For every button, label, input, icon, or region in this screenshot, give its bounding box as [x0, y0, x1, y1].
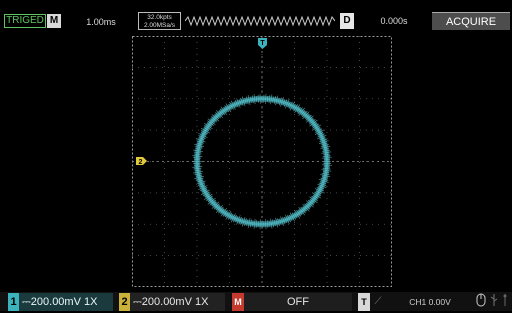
- ch2-probe: 1X: [195, 296, 208, 308]
- ch1-badge[interactable]: 1: [8, 293, 19, 311]
- ch1-settings[interactable]: ⎓200.00mV 1X: [19, 293, 113, 311]
- math-status[interactable]: OFF: [244, 293, 352, 311]
- trigger-status-badge: TRIGED: [4, 14, 46, 28]
- top-status-bar: TRIGED M 1.00ms 32.0kpts 2.00MSa/s D 0.0…: [0, 0, 512, 32]
- mouse-icon: [474, 293, 488, 311]
- waveform-overview-icon: [185, 13, 335, 29]
- delay-badge[interactable]: D: [340, 13, 354, 29]
- trigger-source-level[interactable]: CH1 0.00V: [392, 293, 468, 311]
- delay-readout: 0.000s: [360, 14, 428, 28]
- dc-coupling-icon: ⎓: [133, 296, 142, 308]
- ch1-scale: 200.00mV: [31, 296, 81, 308]
- graticule: T 2: [132, 36, 392, 287]
- trigger-badge[interactable]: T: [358, 293, 370, 311]
- ch2-badge[interactable]: 2: [119, 293, 130, 311]
- rising-edge-icon: ⟋: [372, 293, 384, 311]
- math-badge[interactable]: M: [232, 293, 244, 311]
- mode-badge[interactable]: M: [47, 14, 61, 28]
- ch2-scale: 200.00mV: [142, 296, 192, 308]
- timebase-readout[interactable]: 1.00ms: [66, 15, 136, 29]
- acquire-menu-button[interactable]: ACQUIRE: [432, 12, 510, 30]
- dc-coupling-icon: ⎓: [22, 296, 31, 308]
- ch2-marker-label: 2: [139, 159, 143, 166]
- trigger-marker-label: T: [260, 40, 265, 47]
- memory-depth: 32.0kpts: [139, 14, 180, 22]
- channel-status-bar: 1 ⎓200.00mV 1X 2 ⎓200.00mV 1X M OFF T ⟋ …: [0, 292, 512, 311]
- sample-rate: 2.00MSa/s: [139, 22, 180, 30]
- xy-display-area: T 2: [132, 36, 392, 292]
- memory-samplerate-box: 32.0kpts 2.00MSa/s: [138, 12, 181, 30]
- ch2-settings[interactable]: ⎓200.00mV 1X: [130, 293, 225, 311]
- usb-icon: [490, 293, 498, 311]
- usb-device-icon: [500, 293, 510, 311]
- ch1-probe: 1X: [84, 296, 97, 308]
